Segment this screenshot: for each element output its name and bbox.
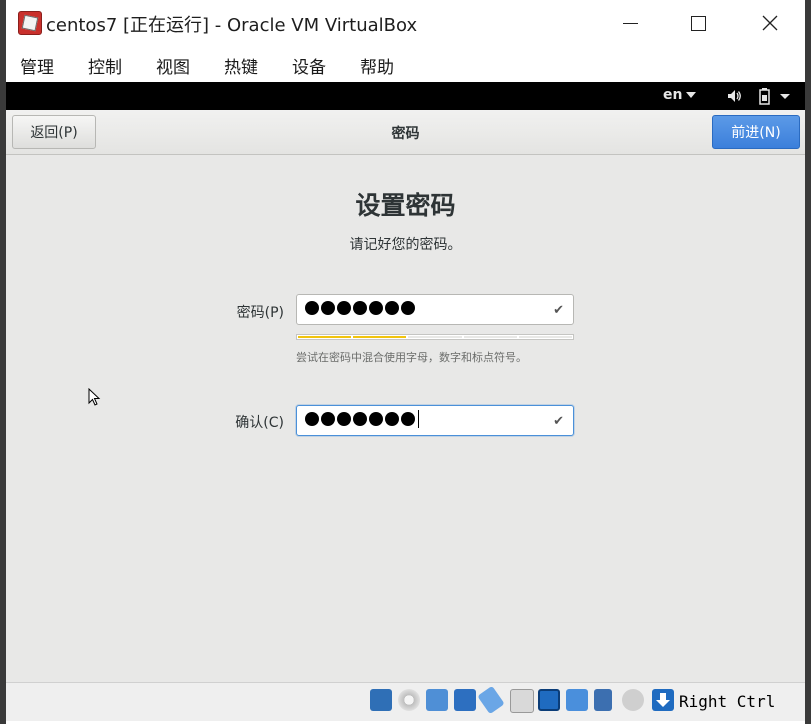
- mouse-integration-icon[interactable]: [622, 689, 644, 711]
- menu-devices[interactable]: 设备: [292, 53, 326, 78]
- password-dot: [305, 412, 319, 426]
- installer-window: 返回(P) 密码 前进(N) 设置密码 请记好您的密码。 密码(P) ✔ 尝试在…: [6, 110, 805, 682]
- display-icon[interactable]: [538, 689, 560, 711]
- checkmark-icon: ✔: [553, 414, 564, 429]
- password-mask: [305, 301, 415, 315]
- language-label: en: [663, 87, 683, 103]
- usb-icon[interactable]: [477, 685, 505, 715]
- menu-control[interactable]: 控制: [88, 53, 122, 78]
- cpu-virtualization-icon[interactable]: [594, 689, 612, 711]
- confirm-password-mask: [305, 410, 419, 428]
- password-dot: [401, 412, 415, 426]
- vm-statusbar: Right Ctrl: [6, 682, 805, 721]
- window-titlebar[interactable]: centos7 [正在运行] - Oracle VM VirtualBox: [6, 0, 805, 46]
- guest-top-panel: en: [6, 82, 805, 110]
- confirm-label: 确认(C): [235, 415, 284, 431]
- video-capture-icon[interactable]: [566, 689, 588, 711]
- strength-segment: [408, 336, 462, 338]
- network-icon[interactable]: [454, 689, 476, 711]
- volume-icon[interactable]: [726, 88, 742, 104]
- host-key-arrow-icon[interactable]: [652, 689, 674, 711]
- password-field[interactable]: ✔: [296, 294, 574, 325]
- password-dot: [353, 412, 367, 426]
- strength-segment: [518, 336, 573, 338]
- password-dot: [369, 412, 383, 426]
- close-icon: [762, 15, 778, 31]
- password-label: 密码(P): [236, 305, 284, 321]
- shared-folders-icon[interactable]: [510, 689, 534, 713]
- battery-icon[interactable]: [756, 86, 792, 106]
- close-button[interactable]: [750, 8, 790, 38]
- strength-segment: [463, 336, 517, 338]
- password-dot: [385, 301, 399, 315]
- window-frame-right: [805, 0, 811, 724]
- virtualbox-icon: [18, 11, 42, 35]
- password-dot: [321, 301, 335, 315]
- password-dot: [337, 412, 351, 426]
- password-dot: [353, 301, 367, 315]
- header-title: 密码: [391, 126, 420, 142]
- next-button[interactable]: 前进(N): [712, 115, 800, 149]
- password-dot: [337, 301, 351, 315]
- minimize-icon: [622, 22, 638, 24]
- mouse-pointer-icon: [88, 388, 101, 406]
- chevron-down-icon: [686, 92, 697, 98]
- audio-icon[interactable]: [426, 689, 448, 711]
- strength-segment: [353, 336, 407, 338]
- menu-manage[interactable]: 管理: [20, 53, 54, 78]
- page-subtitle: 请记好您的密码。: [349, 237, 462, 253]
- menubar: 管理 控制 视图 热键 设备 帮助: [6, 46, 805, 82]
- password-dot: [305, 301, 319, 315]
- confirm-password-field[interactable]: ✔: [296, 405, 574, 436]
- window-title: centos7 [正在运行] - Oracle VM VirtualBox: [46, 15, 418, 36]
- page-title: 设置密码: [355, 191, 456, 220]
- language-selector[interactable]: en: [663, 87, 697, 103]
- optical-drive-icon[interactable]: [398, 689, 420, 711]
- password-strength-bar: [296, 334, 574, 340]
- menu-view[interactable]: 视图: [156, 53, 190, 78]
- checkmark-icon: ✔: [553, 303, 564, 318]
- text-cursor: [418, 410, 419, 428]
- installer-header: 返回(P) 密码 前进(N): [6, 110, 805, 155]
- menu-help[interactable]: 帮助: [360, 53, 394, 78]
- maximize-icon: [690, 15, 706, 31]
- menu-hotkeys[interactable]: 热键: [224, 53, 258, 78]
- strength-segment: [298, 336, 352, 338]
- password-dot: [401, 301, 415, 315]
- hard-disk-icon[interactable]: [370, 689, 392, 711]
- password-hint: 尝试在密码中混合使用字母，数字和标点符号。: [296, 351, 527, 364]
- password-dot: [321, 412, 335, 426]
- password-dot: [385, 412, 399, 426]
- host-key-label: Right Ctrl: [679, 692, 776, 711]
- minimize-button[interactable]: [610, 8, 650, 38]
- maximize-button[interactable]: [678, 8, 718, 38]
- password-dot: [369, 301, 383, 315]
